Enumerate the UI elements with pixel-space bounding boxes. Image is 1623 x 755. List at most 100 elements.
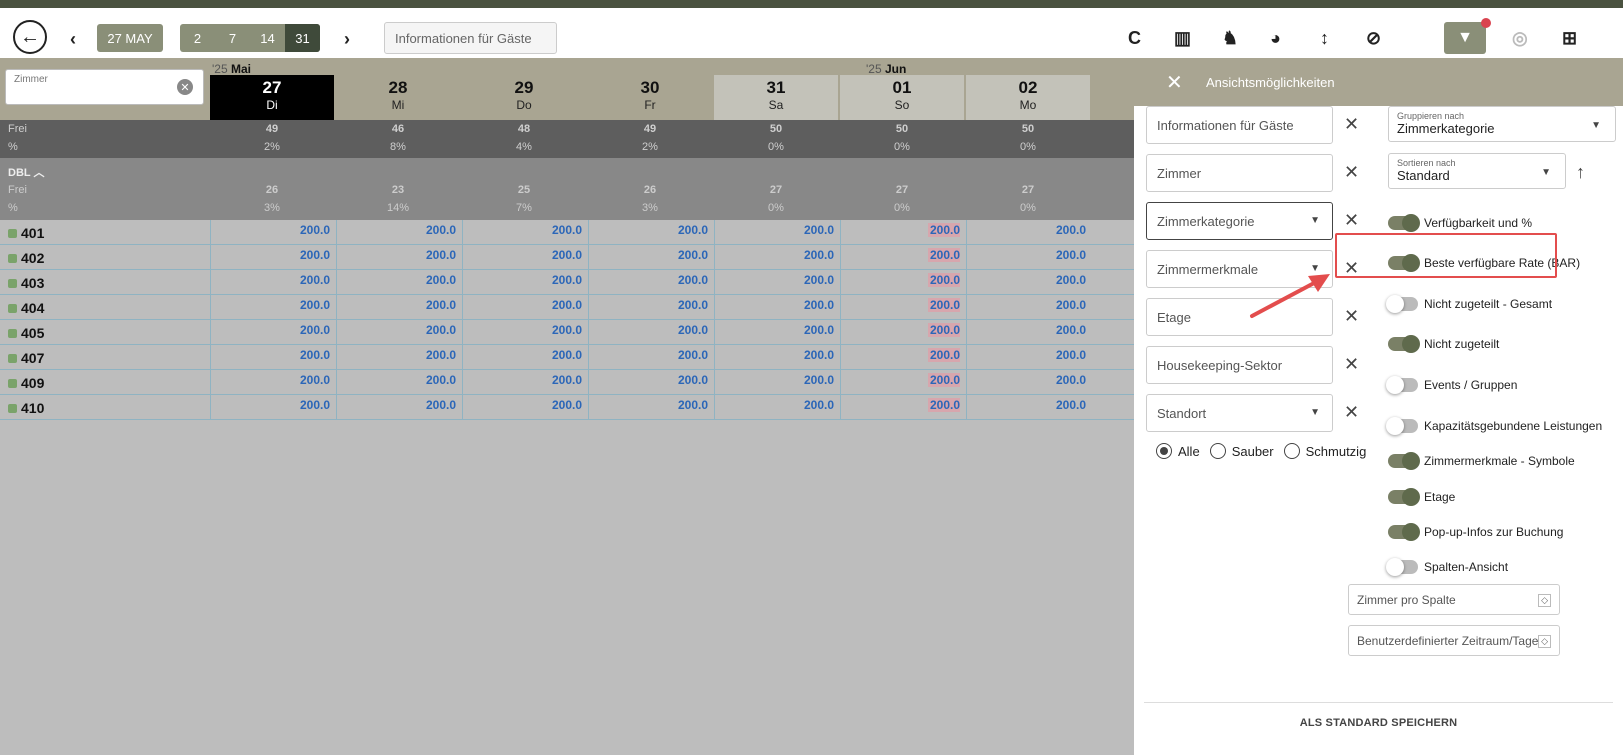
location-field[interactable]: Standort ▼ — [1146, 394, 1333, 432]
guest-info-field[interactable]: Informationen für Gäste — [1146, 106, 1333, 144]
filter-icon[interactable]: ▼ — [1444, 22, 1486, 54]
toggle-0[interactable]: Verfügbarkeit und % — [1388, 214, 1532, 232]
switch[interactable] — [1388, 452, 1420, 470]
switch[interactable] — [1386, 376, 1418, 394]
clear-guest-info-icon[interactable]: ✕ — [1344, 114, 1359, 135]
rate-cell[interactable]: 200.0 — [648, 273, 708, 287]
rate-cell[interactable]: 200.0 — [648, 248, 708, 262]
day-column-header[interactable]: 01 So — [840, 75, 964, 120]
range-7-button[interactable]: 7 — [215, 24, 250, 52]
switch[interactable] — [1388, 335, 1420, 353]
rate-cell[interactable]: 200.0 — [1026, 298, 1086, 312]
range-31-button[interactable]: 31 — [285, 24, 320, 52]
back-icon[interactable]: ← — [13, 20, 47, 54]
day-column-header[interactable]: 27 Di — [210, 75, 334, 120]
toggle-9[interactable]: Spalten-Ansicht — [1386, 558, 1508, 576]
chevron-right-icon[interactable]: › — [344, 29, 350, 50]
rate-cell[interactable]: 200.0 — [1026, 373, 1086, 387]
rate-cell[interactable]: 200.0 — [270, 373, 330, 387]
rate-cell[interactable]: 200.0 — [270, 223, 330, 237]
date-button[interactable]: 27 MAY — [97, 24, 163, 52]
rate-cell[interactable]: 200.0 — [928, 298, 960, 312]
rate-cell[interactable]: 200.0 — [1026, 223, 1086, 237]
rate-cell[interactable]: 200.0 — [396, 373, 456, 387]
rate-cell[interactable]: 200.0 — [648, 398, 708, 412]
rate-cell[interactable]: 200.0 — [522, 348, 582, 362]
room-filter-input[interactable]: Zimmer ✕ — [5, 69, 204, 105]
clear-category-icon[interactable]: ✕ — [1344, 210, 1359, 231]
day-column-header[interactable]: 02 Mo — [966, 75, 1090, 120]
rate-cell[interactable]: 200.0 — [396, 273, 456, 287]
rate-cell[interactable]: 200.0 — [648, 223, 708, 237]
day-column-header[interactable]: 29 Do — [462, 75, 586, 120]
rate-cell[interactable]: 200.0 — [522, 323, 582, 337]
rate-cell[interactable]: 200.0 — [928, 248, 960, 262]
rate-cell[interactable]: 200.0 — [648, 348, 708, 362]
bell-add-icon[interactable]: ♞ — [1222, 28, 1238, 49]
palette-icon[interactable]: ◕ — [1270, 28, 1281, 49]
rate-cell[interactable]: 200.0 — [928, 273, 960, 287]
room-name[interactable]: 401 — [8, 225, 44, 241]
room-name[interactable]: 403 — [8, 275, 44, 291]
rate-cell[interactable]: 200.0 — [774, 223, 834, 237]
clear-room-icon[interactable]: ✕ — [1344, 162, 1359, 183]
clear-floor-icon[interactable]: ✕ — [1344, 306, 1359, 327]
toggle-3[interactable]: Nicht zugeteilt — [1388, 335, 1499, 353]
room-name[interactable]: 407 — [8, 350, 44, 366]
range-2-button[interactable]: 2 — [180, 24, 215, 52]
rate-cell[interactable]: 200.0 — [396, 398, 456, 412]
housekeeping-field[interactable]: Housekeeping-Sektor — [1146, 346, 1333, 384]
toggle-2[interactable]: Nicht zugeteilt - Gesamt — [1386, 295, 1552, 313]
rate-cell[interactable]: 200.0 — [774, 348, 834, 362]
filter-off-icon[interactable]: ⊘ — [1366, 28, 1381, 49]
rate-cell[interactable]: 200.0 — [270, 348, 330, 362]
rate-cell[interactable]: 200.0 — [270, 298, 330, 312]
group-toggle[interactable]: DBL ︿ — [8, 164, 44, 180]
toggle-6[interactable]: Zimmermerkmale - Symbole — [1388, 452, 1575, 470]
rate-cell[interactable]: 200.0 — [1026, 348, 1086, 362]
focus-icon[interactable]: ◎ — [1512, 28, 1528, 49]
rate-cell[interactable]: 200.0 — [928, 398, 960, 412]
rate-cell[interactable]: 200.0 — [522, 248, 582, 262]
toggle-8[interactable]: Pop-up-Infos zur Buchung — [1388, 523, 1563, 541]
toggle-7[interactable]: Etage — [1388, 488, 1455, 506]
clear-icon[interactable]: ✕ — [177, 79, 193, 95]
room-field[interactable]: Zimmer — [1146, 154, 1333, 192]
rate-cell[interactable]: 200.0 — [522, 223, 582, 237]
rate-cell[interactable]: 200.0 — [1026, 323, 1086, 337]
rate-cell[interactable]: 200.0 — [1026, 273, 1086, 287]
rate-cell[interactable]: 200.0 — [522, 398, 582, 412]
rate-cell[interactable]: 200.0 — [774, 398, 834, 412]
clear-housekeeping-icon[interactable]: ✕ — [1344, 354, 1359, 375]
day-column-header[interactable]: 28 Mi — [336, 75, 460, 120]
radio-all[interactable]: Alle — [1156, 443, 1200, 459]
rate-cell[interactable]: 200.0 — [396, 223, 456, 237]
rate-cell[interactable]: 200.0 — [928, 223, 960, 237]
rate-cell[interactable]: 200.0 — [928, 323, 960, 337]
rate-cell[interactable]: 200.0 — [396, 298, 456, 312]
room-name[interactable]: 402 — [8, 250, 44, 266]
sort-vertical-icon[interactable]: ↕ — [1320, 28, 1329, 49]
rate-cell[interactable]: 200.0 — [1026, 398, 1086, 412]
save-default-button[interactable]: ALS STANDARD SPEICHERN — [1134, 698, 1623, 748]
rate-cell[interactable]: 200.0 — [522, 273, 582, 287]
rate-cell[interactable]: 200.0 — [774, 298, 834, 312]
switch[interactable] — [1386, 417, 1418, 435]
radio-clean[interactable]: Sauber — [1209, 443, 1274, 459]
rate-cell[interactable]: 200.0 — [774, 323, 834, 337]
settings-list-icon[interactable]: ⊞ — [1562, 28, 1577, 49]
rate-cell[interactable]: 200.0 — [774, 373, 834, 387]
room-name[interactable]: 405 — [8, 325, 44, 341]
rate-cell[interactable]: 200.0 — [774, 248, 834, 262]
range-14-button[interactable]: 14 — [250, 24, 285, 52]
sort-direction-icon[interactable]: ↑ — [1576, 162, 1585, 183]
rate-cell[interactable]: 200.0 — [270, 398, 330, 412]
room-category-field[interactable]: Zimmerkategorie ▼ — [1146, 202, 1333, 240]
rate-cell[interactable]: 200.0 — [648, 323, 708, 337]
rate-cell[interactable]: 200.0 — [522, 373, 582, 387]
rooms-per-column-input[interactable]: Zimmer pro Spalte ◇ — [1348, 584, 1560, 615]
rate-cell[interactable]: 200.0 — [648, 298, 708, 312]
day-column-header[interactable]: 31 Sa — [714, 75, 838, 120]
rate-cell[interactable]: 200.0 — [396, 248, 456, 262]
close-icon[interactable]: ✕ — [1166, 70, 1183, 95]
